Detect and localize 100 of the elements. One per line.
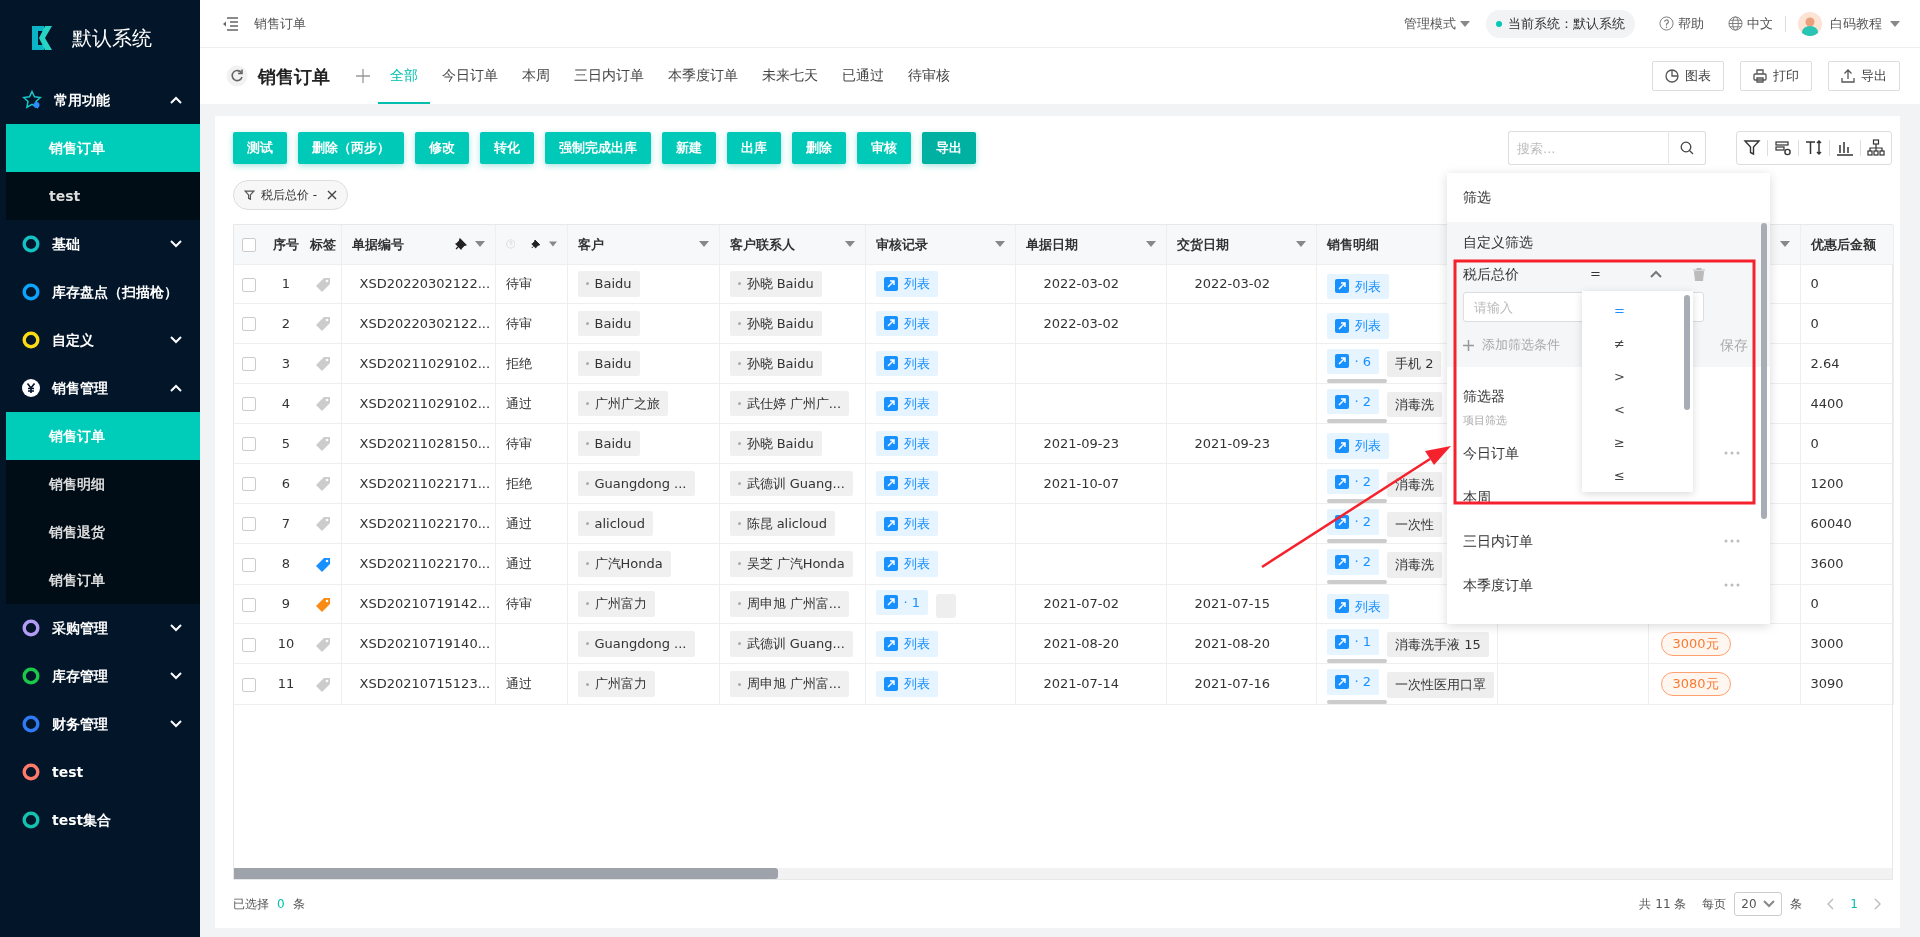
open-list-icon xyxy=(1334,439,1349,453)
cell-scrollbar[interactable] xyxy=(1326,659,1387,664)
sidebar-item[interactable]: 销售管理 xyxy=(0,364,200,412)
saved-filter[interactable]: 本季度订单 xyxy=(1463,574,1533,596)
sidebar-subitem[interactable]: 销售明细 xyxy=(6,460,200,508)
language-menu[interactable]: 中文 xyxy=(1728,13,1773,34)
scrollbar[interactable] xyxy=(234,868,778,879)
bar-chart-icon[interactable] xyxy=(1836,139,1854,157)
export-button[interactable]: 导出 xyxy=(1828,61,1900,91)
hierarchy-icon[interactable] xyxy=(1867,139,1885,157)
sidebar-item[interactable]: test xyxy=(0,748,200,796)
operator-option[interactable]: ≤ xyxy=(1582,459,1693,492)
checkbox[interactable] xyxy=(242,477,256,492)
saved-filter[interactable]: 今日订单 xyxy=(1463,442,1519,464)
row-number: 9 xyxy=(281,596,291,612)
user-menu[interactable]: 白码教程 xyxy=(1798,11,1900,36)
tab[interactable]: 今日订单 xyxy=(430,48,510,104)
settings-list-icon[interactable] xyxy=(1774,139,1792,157)
sidebar-item[interactable]: 库存管理 xyxy=(0,652,200,700)
row-number: 2 xyxy=(281,315,291,331)
mode-dropdown[interactable]: 管理模式 xyxy=(1404,13,1470,34)
cell-scrollbar[interactable] xyxy=(1326,539,1387,544)
sidebar-subitem[interactable]: 销售退货 xyxy=(6,508,200,556)
product-tag: 手机 2 xyxy=(1387,351,1442,377)
operator-option[interactable]: < xyxy=(1582,393,1693,426)
cell-scrollbar[interactable] xyxy=(1326,378,1387,383)
refresh-icon[interactable] xyxy=(226,65,248,87)
tag-icon[interactable] xyxy=(315,636,332,653)
tab[interactable]: 未来七天 xyxy=(750,48,830,104)
checkbox[interactable] xyxy=(242,317,256,332)
breadcrumb[interactable]: 销售订单 xyxy=(254,13,306,34)
operator-option[interactable]: ≠ xyxy=(1582,327,1693,360)
operator-option[interactable]: > xyxy=(1582,360,1693,393)
chart-button[interactable]: 图表 xyxy=(1652,61,1724,91)
tag-icon[interactable] xyxy=(315,516,332,533)
row-number: 7 xyxy=(281,515,291,531)
search-button[interactable] xyxy=(1668,131,1706,165)
checkbox[interactable] xyxy=(242,597,256,612)
sidebar-item[interactable]: 财务管理 xyxy=(0,700,200,748)
sidebar-subitem[interactable]: 销售订单 xyxy=(6,556,200,604)
sidebar-item[interactable]: 采购管理 xyxy=(0,604,200,652)
trash-icon[interactable] xyxy=(1693,267,1705,281)
sidebar-item[interactable]: 库存盘点（扫描枪） xyxy=(0,268,200,316)
contact-tag: 吴芝 广汽Honda xyxy=(729,551,853,577)
tab[interactable]: 三日内订单 xyxy=(562,48,656,104)
checkbox[interactable] xyxy=(242,277,256,292)
tag-icon[interactable] xyxy=(315,556,332,573)
checkbox[interactable] xyxy=(242,557,256,572)
close-icon[interactable] xyxy=(327,190,338,200)
checkbox[interactable] xyxy=(242,238,256,252)
filter-tag[interactable]: 税后总价 - xyxy=(233,180,349,210)
sidebar-item[interactable]: 自定义 xyxy=(0,316,200,364)
menu-fold-icon[interactable] xyxy=(222,16,238,31)
help-link[interactable]: 帮助 xyxy=(1659,13,1704,34)
more-icon[interactable] xyxy=(1724,583,1740,587)
scrollbar[interactable] xyxy=(1684,295,1690,410)
open-list-icon xyxy=(883,595,898,610)
operator-option[interactable]: ≥ xyxy=(1582,426,1693,459)
tag-icon[interactable] xyxy=(315,436,332,453)
checkbox[interactable] xyxy=(242,637,256,652)
sidebar-item[interactable]: 常用功能 xyxy=(0,76,200,124)
tab[interactable]: 待审核 xyxy=(896,48,962,104)
tag-icon[interactable] xyxy=(315,676,332,693)
tab[interactable]: 已通过 xyxy=(830,48,896,104)
tag-icon[interactable] xyxy=(315,396,332,413)
scrollbar[interactable] xyxy=(1761,223,1767,519)
tag-icon[interactable] xyxy=(315,476,332,493)
field-label: 税后总价 xyxy=(1463,264,1519,284)
tab[interactable]: 本季度订单 xyxy=(656,48,750,104)
checkbox[interactable] xyxy=(242,397,256,412)
more-icon[interactable] xyxy=(1724,539,1740,543)
cell-scrollbar[interactable] xyxy=(1326,699,1387,704)
more-icon[interactable] xyxy=(1724,451,1740,455)
saved-filter[interactable]: 三日内订单 xyxy=(1463,530,1533,552)
tab[interactable]: 本周 xyxy=(510,48,562,104)
cell-scrollbar[interactable] xyxy=(1326,579,1387,584)
tag-icon[interactable] xyxy=(315,276,332,293)
operator-select[interactable]: = xyxy=(1590,264,1662,284)
tag-icon[interactable] xyxy=(315,356,332,373)
checkbox[interactable] xyxy=(242,677,256,692)
checkbox[interactable] xyxy=(242,437,256,452)
checkbox[interactable] xyxy=(242,357,256,372)
order-number: XSD20211028150... xyxy=(359,435,491,451)
filter-icon[interactable] xyxy=(1743,139,1761,157)
next-page-icon[interactable] xyxy=(1874,898,1882,910)
print-button[interactable]: 打印 xyxy=(1740,61,1812,91)
prev-page-icon[interactable] xyxy=(1826,898,1835,910)
page-size-select[interactable]: 20 xyxy=(1734,892,1783,916)
cell-scrollbar[interactable] xyxy=(1326,419,1387,424)
cell-scrollbar[interactable] xyxy=(1326,499,1387,504)
plus-icon[interactable] xyxy=(356,69,370,83)
sidebar-item[interactable]: test集合 xyxy=(0,796,200,844)
tag-icon[interactable] xyxy=(315,316,332,333)
sidebar-item[interactable]: 基础 xyxy=(0,220,200,268)
sidebar-subitem[interactable]: test xyxy=(6,172,200,220)
text-height-icon[interactable] xyxy=(1805,139,1823,157)
date-text: 2021-07-14 xyxy=(1043,676,1120,692)
search-field[interactable]: 搜索... xyxy=(1508,131,1668,165)
tag-icon[interactable] xyxy=(315,596,332,613)
checkbox[interactable] xyxy=(242,517,256,532)
